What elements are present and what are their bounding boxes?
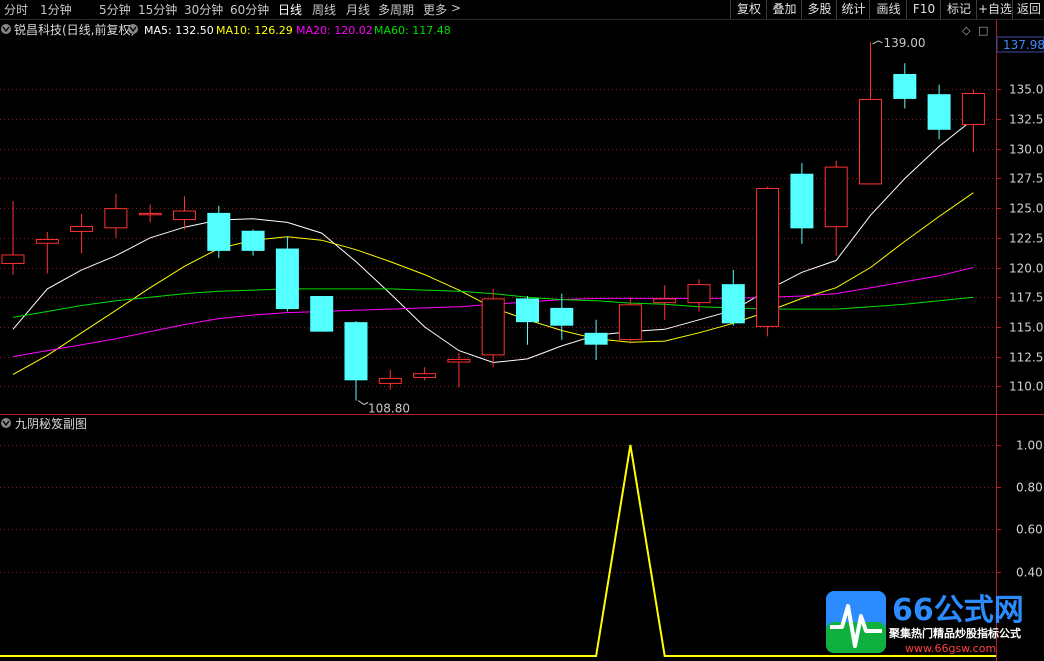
chart-area: 135.0 132.5 130.0 127.5 125.0 122.5 120.0 117.5… <box>0 20 1044 661</box>
candle-body <box>756 187 780 327</box>
y-tick-label: 115.0 <box>1009 321 1043 335</box>
y-tick-label: 125.0 <box>1009 202 1043 216</box>
sub-y-tick-label: 0.80 <box>1016 481 1043 495</box>
logo-text: 66公式网 <box>892 593 1024 628</box>
candle-body <box>893 73 917 99</box>
sub-collapse-icon[interactable] <box>1 418 11 428</box>
y-tick-label: 117.5 <box>1009 291 1043 305</box>
max-marker <box>872 40 883 45</box>
candle-body <box>35 239 59 244</box>
logo-url: www.66gsw.com <box>905 642 996 655</box>
candle-body <box>275 248 299 310</box>
y-tick-label: 122.5 <box>1009 232 1043 246</box>
y-tick-label: 120.0 <box>1009 262 1043 276</box>
candle-body <box>1 254 25 264</box>
y-tick-label: 112.5 <box>1009 351 1043 365</box>
candle-body <box>344 322 368 381</box>
candle-body <box>481 298 505 356</box>
candle-body <box>859 98 882 185</box>
ma-label-0: MA5: 132.50 <box>144 24 214 37</box>
logo-slogan: 聚集热门精品炒股指标公式 <box>888 626 1021 640</box>
sub-y-tick-label: 1.00 <box>1016 439 1043 453</box>
candle-body <box>447 358 471 363</box>
candle-body <box>824 166 848 228</box>
candle-body <box>70 225 94 232</box>
candle-body <box>310 296 334 332</box>
candle-body <box>550 307 574 326</box>
candle-body <box>653 298 677 304</box>
candle-body <box>961 92 985 126</box>
settings-dropdown-icon[interactable] <box>128 24 138 34</box>
candle-body <box>104 208 128 229</box>
y-tick-label: 127.5 <box>1009 172 1043 186</box>
sub-panel-title: 九阴秘笈副图 <box>15 416 87 431</box>
min-marker <box>357 400 369 406</box>
candle-body <box>413 373 437 378</box>
candle-body <box>207 212 231 251</box>
current-price-label: 137.98 <box>1003 38 1044 52</box>
candle-body <box>687 284 711 304</box>
candle-body <box>241 230 265 251</box>
candle-body <box>378 377 402 384</box>
candle-body <box>927 94 951 130</box>
ma-label-3: MA60: 117.48 <box>374 24 451 37</box>
y-tick-label: 132.5 <box>1009 113 1043 127</box>
ma-label-1: MA10: 126.29 <box>216 24 293 37</box>
candle-body <box>618 304 642 340</box>
stock-title: 锐昌科技(日线,前复权) <box>14 22 135 37</box>
candle-body <box>173 210 196 221</box>
watermark-logo: 66公式网聚集热门精品炒股指标公式 www.66gsw.com <box>826 591 1024 655</box>
candle-body <box>138 212 162 216</box>
ma-label-2: MA20: 120.02 <box>296 24 373 37</box>
sub-y-tick-label: 0.40 <box>1016 566 1043 580</box>
candle-body <box>721 284 745 324</box>
max-price-label: 139.00 <box>884 36 926 50</box>
collapse-icon[interactable] <box>1 24 11 34</box>
candle-body <box>516 298 539 323</box>
candle-body <box>584 332 608 345</box>
y-tick-label: 130.0 <box>1009 143 1043 157</box>
min-price-label: 108.80 <box>368 402 410 416</box>
window-icon: □ <box>978 24 988 37</box>
y-tick-label: 135.0 <box>1009 83 1043 97</box>
y-tick-label: 110.0 <box>1009 380 1043 394</box>
candle-body <box>790 173 814 229</box>
sub-y-tick-label: 0.60 <box>1016 523 1043 537</box>
diamond-icon: ◇ <box>962 24 971 37</box>
